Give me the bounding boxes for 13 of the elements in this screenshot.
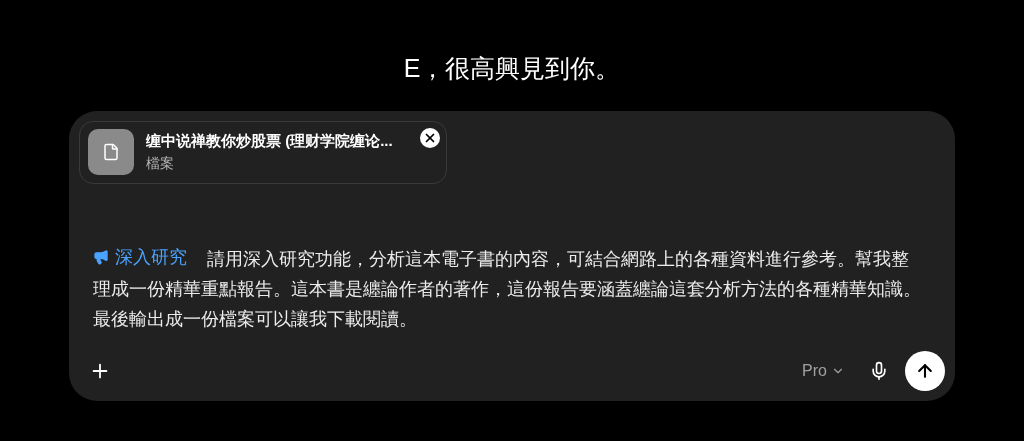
file-name: 缠中说禅教你炒股票 (理财学院缠论... [146, 131, 393, 152]
file-type: 檔案 [146, 153, 175, 173]
attachment-card[interactable]: 缠中说禅教你炒股票 (理财学院缠论... 檔案 [79, 120, 447, 184]
model-selector[interactable]: Pro [802, 358, 845, 383]
megaphone-icon [93, 248, 109, 265]
remove-button[interactable] [420, 127, 440, 148]
prompt-text: 深入研究 請用深入研究功能，分析這本電子書的內容，可結合網路上的各種資料進行參考。幫我整理成一份精華重點報告。這本書是纏論作者的著作，這份報告要涵蓋纏論這套分析方法的各種精華知識。最後輸出成一份檔案可以讓我下載閱讀。 [79, 241, 945, 334]
document-icon [102, 143, 120, 161]
microphone-button[interactable] [869, 360, 889, 381]
tool-tag[interactable]: 深入研究 [93, 241, 187, 272]
send-button[interactable] [905, 350, 945, 391]
greeting: E，很高興見到你。 [403, 53, 621, 84]
microphone-icon [869, 360, 889, 381]
